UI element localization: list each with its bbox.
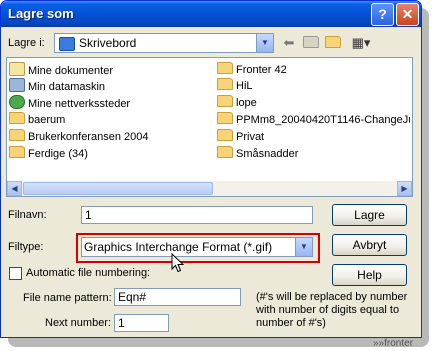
next-number-label: Next number: <box>45 317 112 329</box>
list-item[interactable]: Mine nettverkssteder <box>9 95 130 111</box>
scroll-right-icon[interactable]: ▶ <box>397 181 412 196</box>
auto-numbering-label: Automatic file numbering: <box>26 267 151 279</box>
list-item[interactable]: PPMm8_20040420T1146-ChangeJun <box>217 112 410 128</box>
list-item[interactable]: Mine dokumenter <box>9 62 113 78</box>
location-dropdown[interactable]: Skrivebord ▼ <box>54 33 274 53</box>
scroll-thumb[interactable] <box>23 182 213 195</box>
list-item[interactable]: HiL <box>217 78 253 94</box>
window-title: Lagre som <box>8 6 74 21</box>
save-button[interactable]: Lagre <box>332 204 407 226</box>
folder-icon <box>217 112 233 124</box>
fronter-watermark: »»fronter <box>373 338 414 349</box>
location-label: Lagre i: <box>8 37 45 49</box>
location-value: Skrivebord <box>79 36 137 50</box>
next-number-input[interactable]: 1 <box>114 314 169 332</box>
horizontal-scrollbar[interactable]: ◀ ▶ <box>7 181 412 196</box>
pattern-note: (#'s will be replaced by number with num… <box>256 291 408 329</box>
list-item[interactable]: Småsnadder <box>217 146 298 162</box>
auto-numbering-checkbox[interactable] <box>9 267 22 280</box>
network-icon <box>9 95 25 109</box>
folder-icon <box>9 146 25 158</box>
folder-icon <box>9 129 25 141</box>
up-folder-icon[interactable] <box>301 34 321 52</box>
list-item[interactable]: Brukerkonferansen 2004 <box>9 129 148 145</box>
list-item[interactable]: baerum <box>9 112 65 128</box>
help-button[interactable]: Help <box>332 264 407 286</box>
cancel-button[interactable]: Avbryt <box>332 234 407 256</box>
folder-icon <box>217 129 233 141</box>
folder-icon <box>217 78 233 90</box>
close-button[interactable]: ✕ <box>396 3 419 26</box>
title-bar: Lagre som ? ✕ <box>1 1 421 27</box>
scroll-left-icon[interactable]: ◀ <box>7 181 22 196</box>
chevron-down-icon[interactable]: ▼ <box>256 34 273 52</box>
list-item[interactable]: lope <box>217 95 257 111</box>
filename-input[interactable]: 1 <box>81 206 313 224</box>
folder-icon <box>217 95 233 107</box>
mouse-cursor-icon <box>171 253 185 273</box>
list-item[interactable]: Fronter 42 <box>217 62 287 78</box>
folder-icon <box>9 112 25 124</box>
chevron-down-icon[interactable]: ▼ <box>295 238 312 256</box>
list-item[interactable]: Ferdige (34) <box>9 146 88 162</box>
pattern-label: File name pattern: <box>23 292 112 304</box>
filename-label: Filnavn: <box>8 209 47 221</box>
filetype-value: Graphics Interchange Format (*.gif) <box>84 240 273 254</box>
save-as-dialog: Lagre som ? ✕ Lagre i: Skrivebord ▼ ⬅ ▦▾… <box>0 0 422 338</box>
file-list[interactable]: Mine dokumenter Min datamaskin Mine nett… <box>6 57 413 197</box>
folder-icon <box>217 146 233 158</box>
computer-icon <box>9 78 25 92</box>
documents-icon <box>9 62 25 76</box>
pattern-input[interactable]: Eqn# <box>114 288 241 306</box>
back-icon[interactable]: ⬅ <box>279 34 299 52</box>
filetype-label: Filtype: <box>8 241 44 253</box>
help-title-button[interactable]: ? <box>371 3 394 26</box>
desktop-icon <box>59 37 75 51</box>
folder-icon <box>217 62 233 74</box>
filetype-dropdown[interactable]: Graphics Interchange Format (*.gif) ▼ <box>81 237 313 257</box>
view-menu-icon[interactable]: ▦▾ <box>347 34 375 52</box>
new-folder-icon[interactable] <box>323 34 343 52</box>
list-item[interactable]: Min datamaskin <box>9 78 105 94</box>
list-item[interactable]: Privat <box>217 129 264 145</box>
